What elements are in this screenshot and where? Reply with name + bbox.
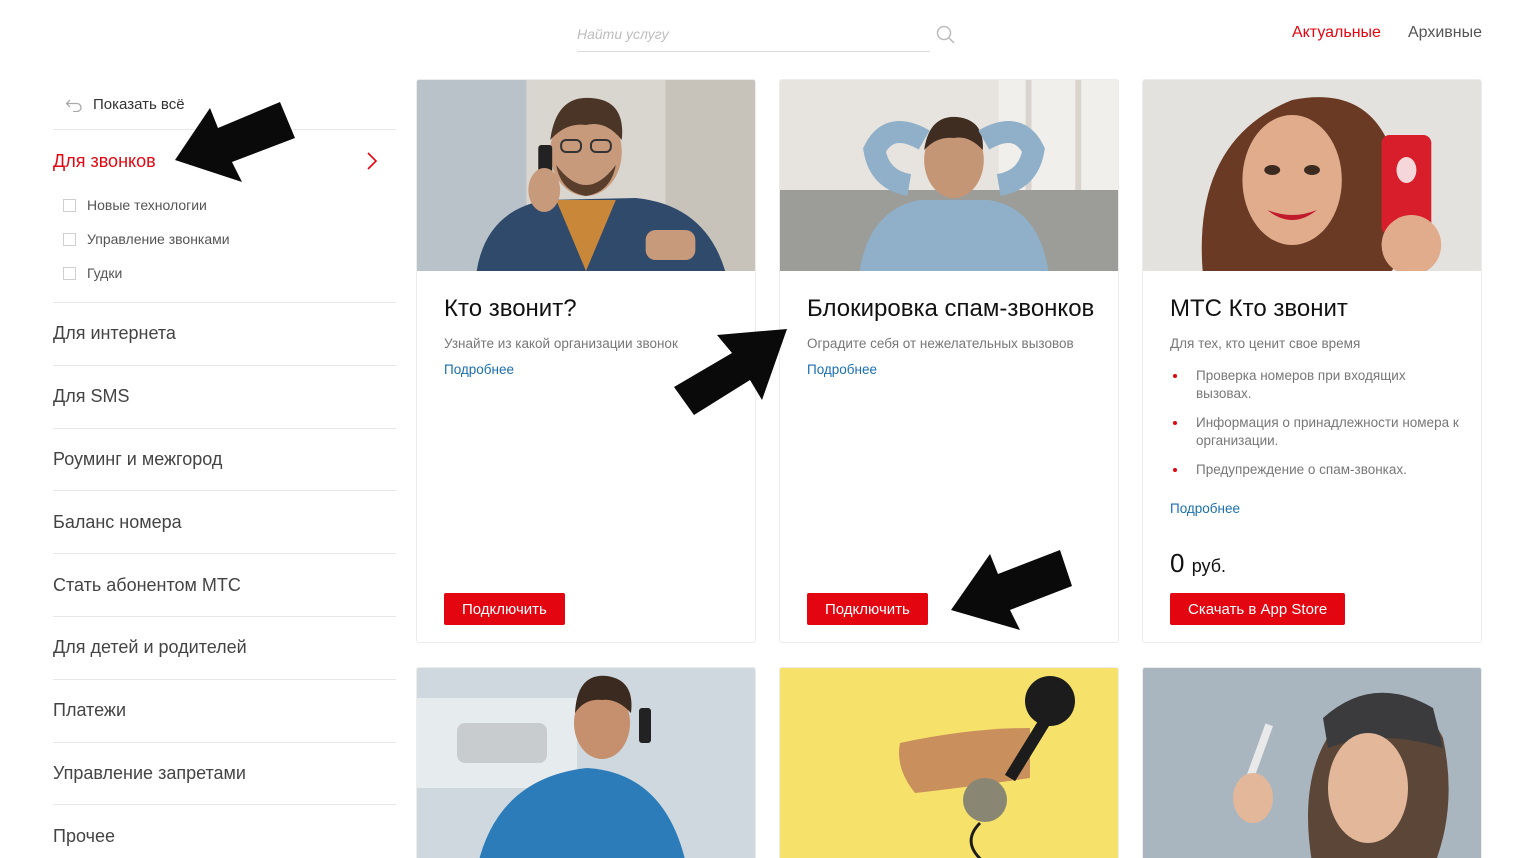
tab-actual[interactable]: Актуальные	[1292, 24, 1381, 42]
annotation-arrow-icon	[674, 329, 787, 415]
service-card-row2-3[interactable]	[1142, 667, 1482, 858]
sidebar-item-other[interactable]: Прочее	[53, 805, 396, 858]
undo-icon	[65, 99, 82, 112]
card-title: МТС Кто звонит	[1170, 295, 1348, 322]
subcategory-label: Гудки	[87, 265, 123, 281]
feature-item: Проверка номеров при входящих вызовах.	[1170, 367, 1460, 403]
feature-item: Предупреждение о спам-звонках.	[1170, 461, 1460, 479]
price-currency: руб.	[1191, 556, 1227, 576]
search-input[interactable]	[577, 20, 930, 48]
price: 0 руб.	[1170, 548, 1226, 579]
chevron-right-icon	[367, 152, 378, 170]
subcategory-label: Управление звонками	[87, 231, 230, 247]
more-link[interactable]: Подробнее	[807, 362, 1097, 377]
sidebar-item-restrictions[interactable]: Управление запретами	[53, 743, 396, 806]
card-description: Для тех, кто ценит свое время	[1170, 336, 1361, 351]
annotation-arrow-icon	[175, 102, 295, 182]
connect-button[interactable]: Подключить	[807, 593, 928, 625]
service-card-row2-2[interactable]	[779, 667, 1119, 858]
search-bar	[577, 20, 930, 52]
card-photo-retro-phone	[780, 668, 1118, 858]
subcategory-new-tech[interactable]: Новые технологии	[63, 188, 396, 222]
checkbox[interactable]	[63, 198, 76, 212]
card-photo-man-office	[417, 668, 755, 858]
sidebar-item-kids-parents[interactable]: Для детей и родителей	[53, 617, 396, 680]
price-value: 0	[1170, 548, 1185, 578]
card-title: Блокировка спам-звонков	[807, 295, 1095, 322]
sidebar-item-sms[interactable]: Для SMS	[53, 366, 396, 429]
connect-button[interactable]: Подключить	[444, 593, 565, 625]
sidebar-item-roaming[interactable]: Роуминг и межгород	[53, 429, 396, 492]
archive-tabs: Актуальные Архивные	[1292, 24, 1482, 42]
card-title: Кто звонит?	[444, 295, 577, 322]
card-body: Блокировка спам-звонков Оградите себя от…	[807, 292, 1097, 377]
sidebar-item-become-subscriber[interactable]: Стать абонентом МТС	[53, 554, 396, 617]
card-photo-woman-phone	[1143, 80, 1481, 271]
more-link[interactable]: Подробнее	[1170, 501, 1460, 516]
service-card-row2-1[interactable]	[416, 667, 756, 858]
category-list: Для интернета Для SMS Роуминг и межгород…	[53, 303, 396, 858]
feature-item: Информация о принадлежности номера к орг…	[1170, 414, 1460, 450]
search-icon[interactable]	[935, 24, 957, 46]
card-photo-woman-card	[1143, 668, 1481, 858]
service-card-mts-who-calls[interactable]: МТС Кто звонит Для тех, кто ценит свое в…	[1142, 79, 1482, 643]
sidebar-item-label: Для звонков	[53, 150, 156, 171]
app-store-button[interactable]: Скачать в App Store	[1170, 593, 1346, 625]
subcategory-call-management[interactable]: Управление звонками	[63, 222, 396, 256]
checkbox[interactable]	[63, 232, 76, 246]
subcategory-ringtones[interactable]: Гудки	[63, 256, 396, 290]
sidebar-item-balance[interactable]: Баланс номера	[53, 491, 396, 555]
checkbox[interactable]	[63, 266, 76, 280]
category-sidebar: Показать всё Для звонков Новые технологи…	[53, 80, 396, 858]
subcategory-list: Новые технологии Управление звонками Гуд…	[53, 188, 396, 303]
sidebar-item-payments[interactable]: Платежи	[53, 680, 396, 743]
card-photo-man-phone	[417, 80, 755, 271]
feature-list: Проверка номеров при входящих вызовах. И…	[1170, 367, 1460, 479]
tab-archive[interactable]: Архивные	[1408, 24, 1482, 42]
card-photo-man-relaxing	[780, 80, 1118, 271]
annotation-arrow-icon	[951, 550, 1072, 630]
card-description: Оградите себя от нежелательных вызовов	[807, 336, 1074, 351]
card-body: МТС Кто звонит Для тех, кто ценит свое в…	[1170, 292, 1460, 516]
subcategory-label: Новые технологии	[87, 197, 207, 213]
sidebar-item-internet[interactable]: Для интернета	[53, 303, 396, 366]
